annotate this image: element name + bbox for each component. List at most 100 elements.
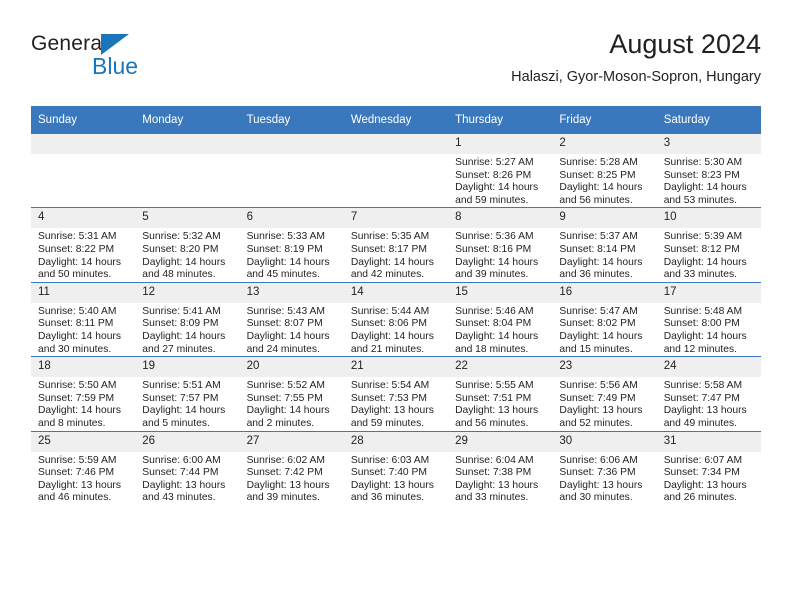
calendar-day-cell[interactable]: 1 Sunrise: 5:27 AM Sunset: 8:26 PM Daylight… (448, 134, 553, 208)
daylight-text-line2: and 36 minutes. (350, 492, 425, 504)
day-details: Sunrise: 6:04 AM Sunset: 7:38 PM Daylight:… (448, 452, 552, 505)
calendar-cell-empty[interactable] (239, 134, 344, 208)
day-number: 7 (343, 208, 449, 229)
sunrise-text: Sunrise: 5:56 AM (559, 380, 638, 392)
calendar-day-cell[interactable]: 15 Sunrise: 5:46 AM Sunset: 8:04 PM Dayligh… (448, 281, 553, 357)
calendar-day-cell[interactable]: 8 Sunrise: 5:36 AM Sunset: 8:16 PM Daylight… (448, 207, 553, 283)
day-number: 23 (552, 357, 657, 378)
day-number: 15 (448, 282, 553, 303)
calendar-day-cell[interactable]: 19 Sunrise: 5:51 AM Sunset: 7:57 PM Dayligh… (135, 356, 240, 431)
daylight-text-line1: Daylight: 14 hours (38, 256, 121, 268)
daylight-text-line2: and 42 minutes. (350, 269, 425, 281)
day-details: Sunrise: 6:00 AM Sunset: 7:44 PM Daylight:… (135, 452, 239, 505)
calendar-day-cell[interactable]: 12 Sunrise: 5:41 AM Sunset: 8:09 PM Dayligh… (135, 281, 240, 357)
day-details: Sunrise: 5:55 AM Sunset: 7:51 PM Daylight:… (448, 377, 552, 430)
daylight-text-line2: and 45 minutes. (246, 269, 320, 281)
daylight-text-line2: and 39 minutes. (246, 492, 320, 504)
calendar-day-cell[interactable]: 6 Sunrise: 5:33 AM Sunset: 8:19 PM Daylight… (239, 207, 344, 283)
calendar-day-cell[interactable]: 18 Sunrise: 5:50 AM Sunset: 7:59 PM Dayligh… (31, 356, 136, 431)
daylight-text-line2: and 36 minutes. (559, 269, 633, 281)
weekday-header-monday: Monday (135, 106, 240, 134)
day-details: Sunrise: 5:30 AM Sunset: 8:23 PM Daylight:… (657, 154, 761, 207)
day-number: 31 (656, 431, 761, 452)
calendar-day-cell[interactable]: 21 Sunrise: 5:54 AM Sunset: 7:53 PM Dayligh… (343, 356, 449, 431)
sunset-text: Sunset: 8:20 PM (142, 243, 219, 255)
calendar-day-cell[interactable]: 29 Sunrise: 6:04 AM Sunset: 7:38 PM Dayligh… (448, 430, 553, 505)
day-number: 27 (239, 431, 344, 452)
sunset-text: Sunset: 8:26 PM (455, 169, 532, 181)
calendar-cell-empty[interactable] (343, 134, 449, 208)
weekday-header-friday: Friday (552, 106, 657, 134)
calendar-day-cell[interactable]: 27 Sunrise: 6:02 AM Sunset: 7:42 PM Dayligh… (239, 430, 344, 505)
calendar-day-cell[interactable]: 30 Sunrise: 6:06 AM Sunset: 7:36 PM Dayligh… (552, 430, 657, 505)
sunset-text: Sunset: 7:42 PM (246, 467, 323, 479)
calendar-day-cell[interactable]: 3 Sunrise: 5:30 AM Sunset: 8:23 PM Daylight… (656, 134, 761, 208)
sunrise-text: Sunrise: 5:48 AM (663, 305, 743, 317)
weekday-header-saturday: Saturday (656, 106, 761, 134)
sunset-text: Sunset: 7:49 PM (559, 392, 636, 404)
calendar-day-cell[interactable]: 7 Sunrise: 5:35 AM Sunset: 8:17 PM Daylight… (343, 207, 449, 283)
daylight-text-line1: Daylight: 13 hours (559, 405, 643, 417)
calendar-day-cell[interactable]: 23 Sunrise: 5:56 AM Sunset: 7:49 PM Dayligh… (552, 356, 657, 431)
calendar-day-cell[interactable]: 16 Sunrise: 5:47 AM Sunset: 8:02 PM Dayligh… (552, 281, 657, 357)
calendar-day-cell[interactable]: 9 Sunrise: 5:37 AM Sunset: 8:14 PM Daylight… (552, 207, 657, 283)
daylight-text-line1: Daylight: 13 hours (559, 479, 643, 491)
daylight-text-line2: and 56 minutes. (455, 417, 529, 429)
daylight-text-line2: and 30 minutes. (559, 492, 633, 504)
calendar-day-cell[interactable]: 13 Sunrise: 5:43 AM Sunset: 8:07 PM Dayligh… (239, 281, 344, 357)
calendar-day-cell[interactable]: 31 Sunrise: 6:07 AM Sunset: 7:34 PM Dayligh… (656, 430, 761, 505)
day-details: Sunrise: 5:37 AM Sunset: 8:14 PM Daylight:… (552, 228, 656, 281)
day-details: Sunrise: 5:44 AM Sunset: 8:06 PM Daylight:… (344, 303, 448, 356)
calendar-day-cell[interactable]: 4 Sunrise: 5:31 AM Sunset: 8:22 PM Daylight… (31, 207, 136, 283)
general-blue-logo[interactable]: General Blue (31, 32, 171, 88)
calendar-day-cell[interactable]: 17 Sunrise: 5:48 AM Sunset: 8:00 PM Dayligh… (656, 281, 761, 357)
day-details: Sunrise: 5:51 AM Sunset: 7:57 PM Daylight:… (135, 377, 239, 430)
calendar-cell-empty[interactable] (135, 134, 240, 208)
calendar-day-cell[interactable]: 28 Sunrise: 6:03 AM Sunset: 7:40 PM Dayligh… (343, 430, 449, 505)
calendar-day-cell[interactable]: 5 Sunrise: 5:32 AM Sunset: 8:20 PM Daylight… (135, 207, 240, 283)
calendar-cell-empty[interactable] (31, 134, 136, 208)
sunset-text: Sunset: 7:57 PM (142, 392, 219, 404)
day-details: Sunrise: 5:54 AM Sunset: 7:53 PM Daylight:… (344, 377, 448, 430)
calendar-day-cell[interactable]: 26 Sunrise: 6:00 AM Sunset: 7:44 PM Dayligh… (135, 430, 240, 505)
sunrise-text: Sunrise: 5:35 AM (350, 231, 430, 243)
sunrise-text: Sunrise: 5:33 AM (246, 231, 325, 243)
sunset-text: Sunset: 7:46 PM (38, 467, 115, 479)
daylight-text-line1: Daylight: 14 hours (246, 256, 330, 268)
day-number: 22 (448, 357, 553, 378)
daylight-text-line2: and 5 minutes. (142, 417, 210, 429)
sunrise-text: Sunrise: 5:50 AM (38, 380, 117, 392)
daylight-text-line1: Daylight: 13 hours (38, 479, 121, 491)
day-number: 8 (448, 208, 553, 229)
daylight-text-line1: Daylight: 14 hours (559, 256, 643, 268)
daylight-text-line2: and 50 minutes. (38, 269, 112, 281)
day-details: Sunrise: 5:36 AM Sunset: 8:16 PM Daylight:… (448, 228, 552, 281)
day-number: 11 (31, 282, 136, 303)
calendar-week-row: 11 Sunrise: 5:40 AM Sunset: 8:11 PM Dayligh… (31, 281, 761, 357)
sunset-text: Sunset: 8:07 PM (246, 318, 323, 330)
calendar-day-cell[interactable]: 2 Sunrise: 5:28 AM Sunset: 8:25 PM Daylight… (552, 134, 657, 208)
daylight-text-line1: Daylight: 13 hours (350, 405, 434, 417)
daylight-text-line2: and 2 minutes. (246, 417, 315, 429)
calendar-day-cell[interactable]: 11 Sunrise: 5:40 AM Sunset: 8:11 PM Dayligh… (31, 281, 136, 357)
calendar-day-cell[interactable]: 10 Sunrise: 5:39 AM Sunset: 8:12 PM Dayligh… (656, 207, 761, 283)
day-details: Sunrise: 5:40 AM Sunset: 8:11 PM Daylight:… (31, 303, 135, 356)
sunrise-text: Sunrise: 5:28 AM (559, 157, 638, 168)
daylight-text-line2: and 46 minutes. (38, 492, 112, 504)
sunrise-text: Sunrise: 5:54 AM (350, 380, 430, 392)
daylight-text-line1: Daylight: 13 hours (455, 479, 539, 491)
calendar-day-cell[interactable]: 14 Sunrise: 5:44 AM Sunset: 8:06 PM Dayligh… (343, 281, 449, 357)
calendar-day-cell[interactable]: 25 Sunrise: 5:59 AM Sunset: 7:46 PM Dayligh… (31, 430, 136, 505)
calendar-day-cell[interactable]: 24 Sunrise: 5:58 AM Sunset: 7:47 PM Dayligh… (656, 356, 761, 431)
title-block: August 2024 Halaszi, Gyor-Moson-Sopron, … (511, 28, 761, 87)
sunset-text: Sunset: 8:19 PM (246, 243, 323, 255)
calendar-day-cell[interactable]: 20 Sunrise: 5:52 AM Sunset: 7:55 PM Dayligh… (239, 356, 344, 431)
calendar-day-cell[interactable]: 22 Sunrise: 5:55 AM Sunset: 7:51 PM Dayligh… (448, 356, 553, 431)
day-number: 9 (552, 208, 657, 229)
daylight-text-line2: and 12 minutes. (663, 343, 737, 355)
day-number: 12 (135, 282, 240, 303)
sunrise-text: Sunrise: 6:06 AM (559, 454, 638, 466)
sunrise-text: Sunrise: 6:04 AM (455, 454, 534, 466)
day-number: 10 (656, 208, 761, 229)
day-number: 1 (448, 134, 553, 154)
